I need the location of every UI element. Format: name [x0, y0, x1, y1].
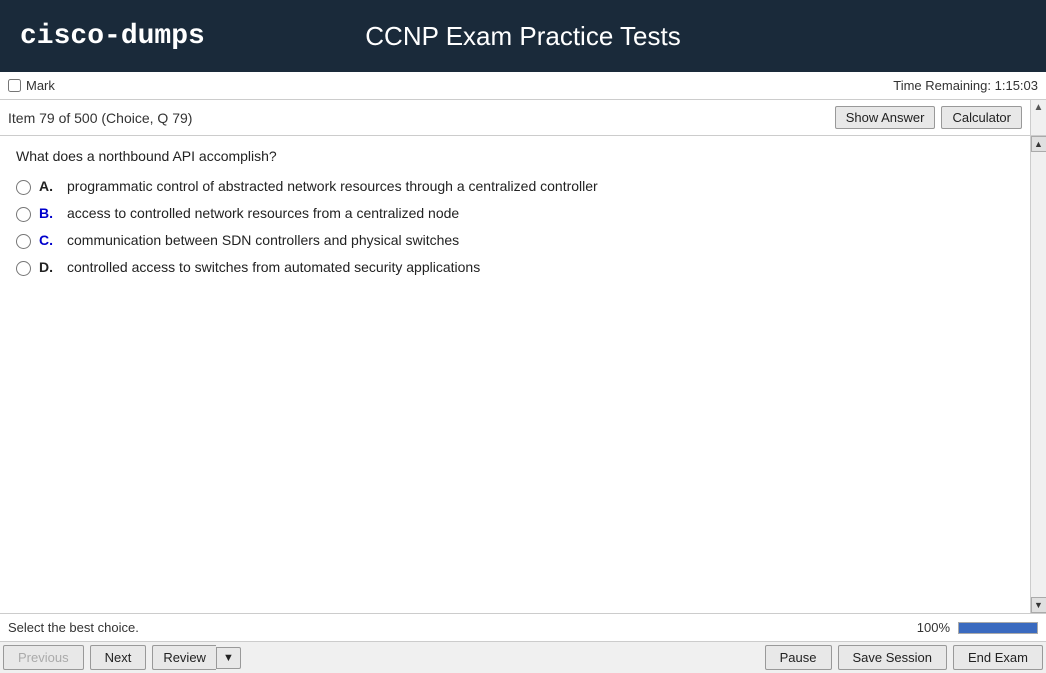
radio-option-d[interactable]	[16, 261, 31, 276]
content-wrapper: What does a northbound API accomplish? A…	[0, 136, 1046, 613]
content-area: What does a northbound API accomplish? A…	[0, 136, 1030, 613]
question-text: What does a northbound API accomplish?	[16, 148, 1014, 164]
next-button[interactable]: Next	[90, 645, 147, 670]
header: cisco-dumps CCNP Exam Practice Tests	[0, 0, 1046, 72]
answer-option-d: D. controlled access to switches from aut…	[16, 259, 1014, 276]
scroll-up-arrow[interactable]: ▲	[1030, 100, 1046, 135]
answer-option-c: C. communication between SDN controllers …	[16, 232, 1014, 249]
scroll-down-icon[interactable]: ▼	[1031, 597, 1046, 613]
progress-bar-track	[958, 622, 1038, 634]
review-button-wrapper: Review ▼	[152, 645, 241, 670]
option-letter: A.	[39, 178, 59, 194]
option-text: programmatic control of abstracted netwo…	[67, 178, 598, 194]
radio-option-a[interactable]	[16, 180, 31, 195]
item-info: Item 79 of 500 (Choice, Q 79)	[8, 110, 192, 126]
scroll-up-icon[interactable]: ▲	[1031, 136, 1046, 152]
show-answer-button[interactable]: Show Answer	[835, 106, 936, 129]
mark-checkbox[interactable]	[8, 79, 21, 92]
previous-button[interactable]: Previous	[3, 645, 84, 670]
save-session-button[interactable]: Save Session	[838, 645, 948, 670]
review-dropdown-arrow[interactable]: ▼	[216, 647, 241, 669]
option-letter: B.	[39, 205, 59, 221]
item-bar: Item 79 of 500 (Choice, Q 79) Show Answe…	[0, 100, 1030, 135]
side-scrollbar: ▲ ▼	[1030, 136, 1046, 613]
item-bar-buttons: Show Answer Calculator	[835, 106, 1022, 129]
option-letter: D.	[39, 259, 59, 275]
footer-left: Previous Next Review ▼	[0, 642, 244, 673]
answer-option-a: A. programmatic control of abstracted net…	[16, 178, 1014, 195]
item-bar-wrapper: Item 79 of 500 (Choice, Q 79) Show Answe…	[0, 100, 1046, 136]
answer-options: A. programmatic control of abstracted net…	[16, 178, 1014, 276]
logo: cisco-dumps	[20, 21, 205, 52]
radio-option-b[interactable]	[16, 207, 31, 222]
radio-option-c[interactable]	[16, 234, 31, 249]
footer-right: Pause Save Session End Exam	[762, 642, 1046, 673]
time-remaining: Time Remaining: 1:15:03	[893, 78, 1038, 93]
mark-text: Mark	[26, 78, 55, 93]
option-text: controlled access to switches from autom…	[67, 259, 480, 275]
option-text: communication between SDN controllers an…	[67, 232, 459, 248]
pause-button[interactable]: Pause	[765, 645, 832, 670]
option-letter: C.	[39, 232, 59, 248]
calculator-button[interactable]: Calculator	[941, 106, 1022, 129]
status-bar: Select the best choice. 100%	[0, 613, 1046, 641]
mark-label: Mark	[8, 78, 55, 93]
footer-bar: Previous Next Review ▼ Pause Save Sessio…	[0, 641, 1046, 673]
review-button[interactable]: Review	[152, 645, 216, 670]
mark-bar: Mark Time Remaining: 1:15:03	[0, 72, 1046, 100]
progress-bar-fill	[959, 623, 1037, 633]
end-exam-button[interactable]: End Exam	[953, 645, 1043, 670]
scroll-track	[1031, 152, 1046, 597]
option-text: access to controlled network resources f…	[67, 205, 459, 221]
progress-area: 100%	[917, 620, 1038, 635]
status-text: Select the best choice.	[8, 620, 139, 635]
progress-pct: 100%	[917, 620, 950, 635]
answer-option-b: B. access to controlled network resources…	[16, 205, 1014, 222]
header-title: CCNP Exam Practice Tests	[365, 21, 680, 52]
